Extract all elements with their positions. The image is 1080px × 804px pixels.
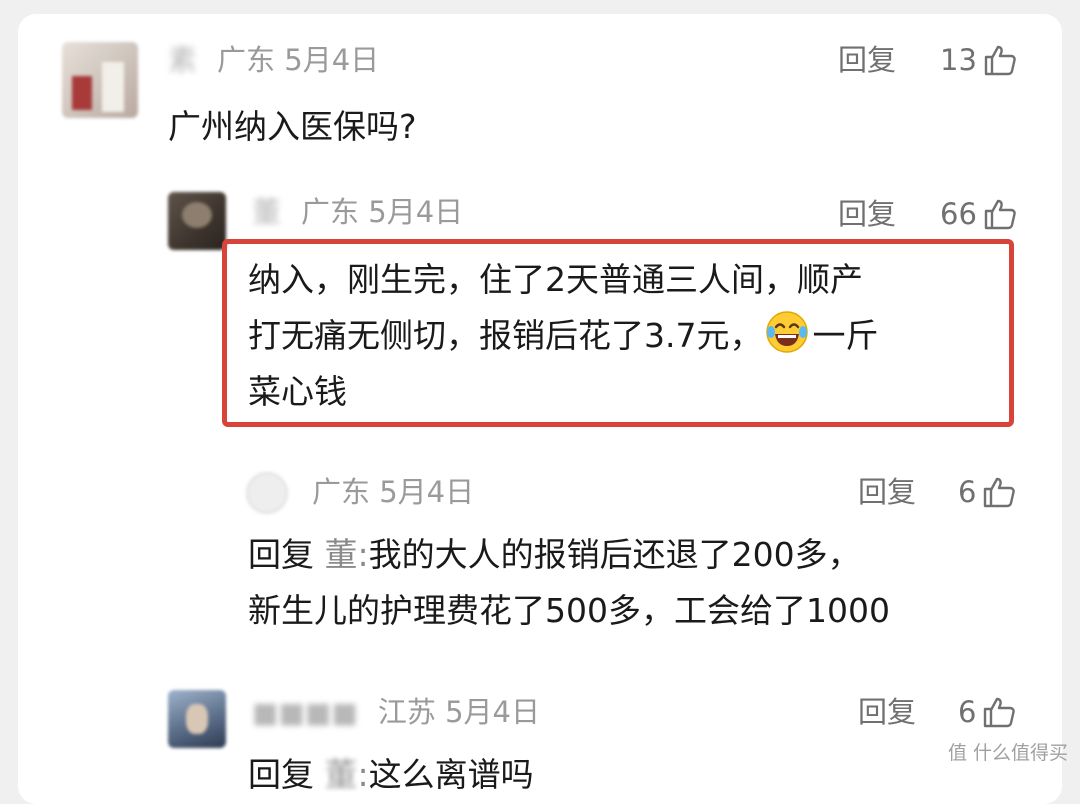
thumbs-up-icon	[984, 697, 1016, 728]
like-count: 6	[958, 474, 977, 509]
date: 5月4日	[368, 195, 464, 229]
comment-meta: 广东 5月4日	[312, 478, 474, 507]
date: 5月4日	[445, 695, 540, 729]
like-count: 13	[940, 42, 977, 77]
reply-colon: :	[357, 755, 369, 794]
location: 广东	[217, 43, 276, 77]
watermark: 值 什么值得买	[948, 738, 1068, 765]
username-blurred[interactable]: ■■■■	[252, 699, 358, 727]
text-segment: 一斤	[812, 316, 879, 355]
reply-prefix: 回复	[248, 755, 314, 794]
thumbs-up-icon	[984, 199, 1016, 230]
text-segment: 我的大人的报销后还退了200多，	[368, 535, 861, 574]
comment-meta: 素广东 5月4日	[168, 46, 379, 75]
location: 广东	[312, 475, 371, 509]
user-avatar[interactable]	[62, 42, 138, 118]
reply-prefix: 回复	[248, 535, 314, 574]
laughing-tears-emoji-icon	[766, 311, 809, 353]
comment-text: 新生儿的护理费花了500多，工会给了1000	[248, 591, 890, 630]
reply-button[interactable]: 回复	[858, 478, 916, 507]
reply-colon: :	[357, 535, 369, 574]
comment-text-line: 打无痛无侧切，报销后花了3.7元， 一斤	[248, 308, 878, 364]
comment-meta: 董广东 5月4日	[252, 198, 463, 227]
user-avatar[interactable]	[168, 192, 226, 250]
username-blurred[interactable]: 素	[168, 46, 197, 75]
location: 江苏	[377, 695, 436, 729]
comment-meta: ■■■■ 江苏 5月4日	[252, 698, 540, 727]
comment-text-line: 纳入，刚生完，住了2天普通三人间，顺产	[248, 260, 863, 299]
user-avatar[interactable]	[168, 690, 226, 748]
like-count: 6	[958, 694, 977, 729]
like-button[interactable]: 66	[940, 198, 1017, 230]
username-blurred[interactable]: 董	[252, 198, 281, 227]
text-segment: 这么离谱吗	[368, 755, 534, 794]
reply-button[interactable]: 回复	[838, 46, 896, 75]
comment-text: 回复 董:我的大人的报销后还退了200多，	[248, 538, 861, 571]
like-count: 66	[940, 196, 977, 231]
text-segment: 打无痛无侧切，报销后花了3.7元，	[248, 316, 763, 355]
thumbs-up-icon	[984, 477, 1016, 508]
thumbs-up-icon	[984, 45, 1016, 76]
reply-mention[interactable]: 董	[325, 535, 358, 574]
watermark-text: 值 什么值得买	[947, 742, 1068, 764]
location: 广东	[301, 195, 360, 229]
date: 5月4日	[379, 475, 475, 509]
comment-text: 回复 董:这么离谱吗	[248, 758, 534, 791]
reply-button[interactable]: 回复	[858, 698, 916, 727]
date: 5月4日	[284, 43, 380, 77]
like-button[interactable]: 13	[940, 44, 1017, 76]
reply-button[interactable]: 回复	[838, 200, 896, 229]
comment-text: 纳入，刚生完，住了2天普通三人间，顺产 打无痛无侧切，报销后花了3.7元， 一斤 …	[248, 252, 878, 420]
reply-mention-blurred[interactable]: 董	[325, 755, 358, 794]
like-button[interactable]: 6	[958, 696, 1016, 728]
like-button[interactable]: 6	[958, 476, 1016, 508]
comment-text-line: 菜心钱	[248, 372, 347, 411]
user-avatar[interactable]	[246, 472, 288, 514]
comment-text: 广州纳入医保吗?	[168, 107, 417, 146]
